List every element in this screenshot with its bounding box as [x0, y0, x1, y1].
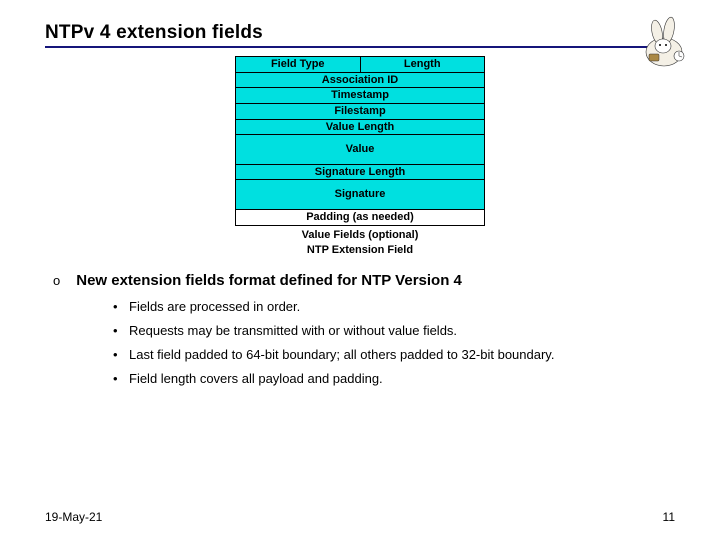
- bullet-list: Fields are processed in order. Requests …: [53, 299, 675, 386]
- list-item: Last field padded to 64-bit boundary; al…: [113, 347, 675, 362]
- page-number: 11: [663, 510, 675, 524]
- length-cell: Length: [360, 57, 485, 73]
- rabbit-illustration: [637, 10, 692, 70]
- value-length-cell: Value Length: [236, 119, 485, 135]
- value-fields-caption: Value Fields (optional): [302, 229, 419, 241]
- footer-date: 19-May-21: [45, 510, 102, 524]
- lead-marker: o: [53, 273, 60, 288]
- list-item: Requests may be transmitted with or with…: [113, 323, 675, 338]
- padding-cell: Padding (as needed): [236, 210, 485, 226]
- list-item: Field length covers all payload and padd…: [113, 371, 675, 386]
- packet-diagram: Field Type Length Association ID Timesta…: [45, 56, 675, 256]
- page-title: NTPv 4 extension fields: [45, 22, 263, 44]
- lead-text: New extension fields format defined for …: [76, 272, 462, 289]
- signature-length-cell: Signature Length: [236, 164, 485, 180]
- timestamp-cell: Timestamp: [236, 88, 485, 104]
- ext-field-caption: NTP Extension Field: [307, 244, 413, 256]
- value-cell: Value: [236, 135, 485, 165]
- signature-cell: Signature: [236, 180, 485, 210]
- list-item: Fields are processed in order.: [113, 299, 675, 314]
- field-type-cell: Field Type: [236, 57, 361, 73]
- association-id-cell: Association ID: [236, 72, 485, 88]
- filestamp-cell: Filestamp: [236, 103, 485, 119]
